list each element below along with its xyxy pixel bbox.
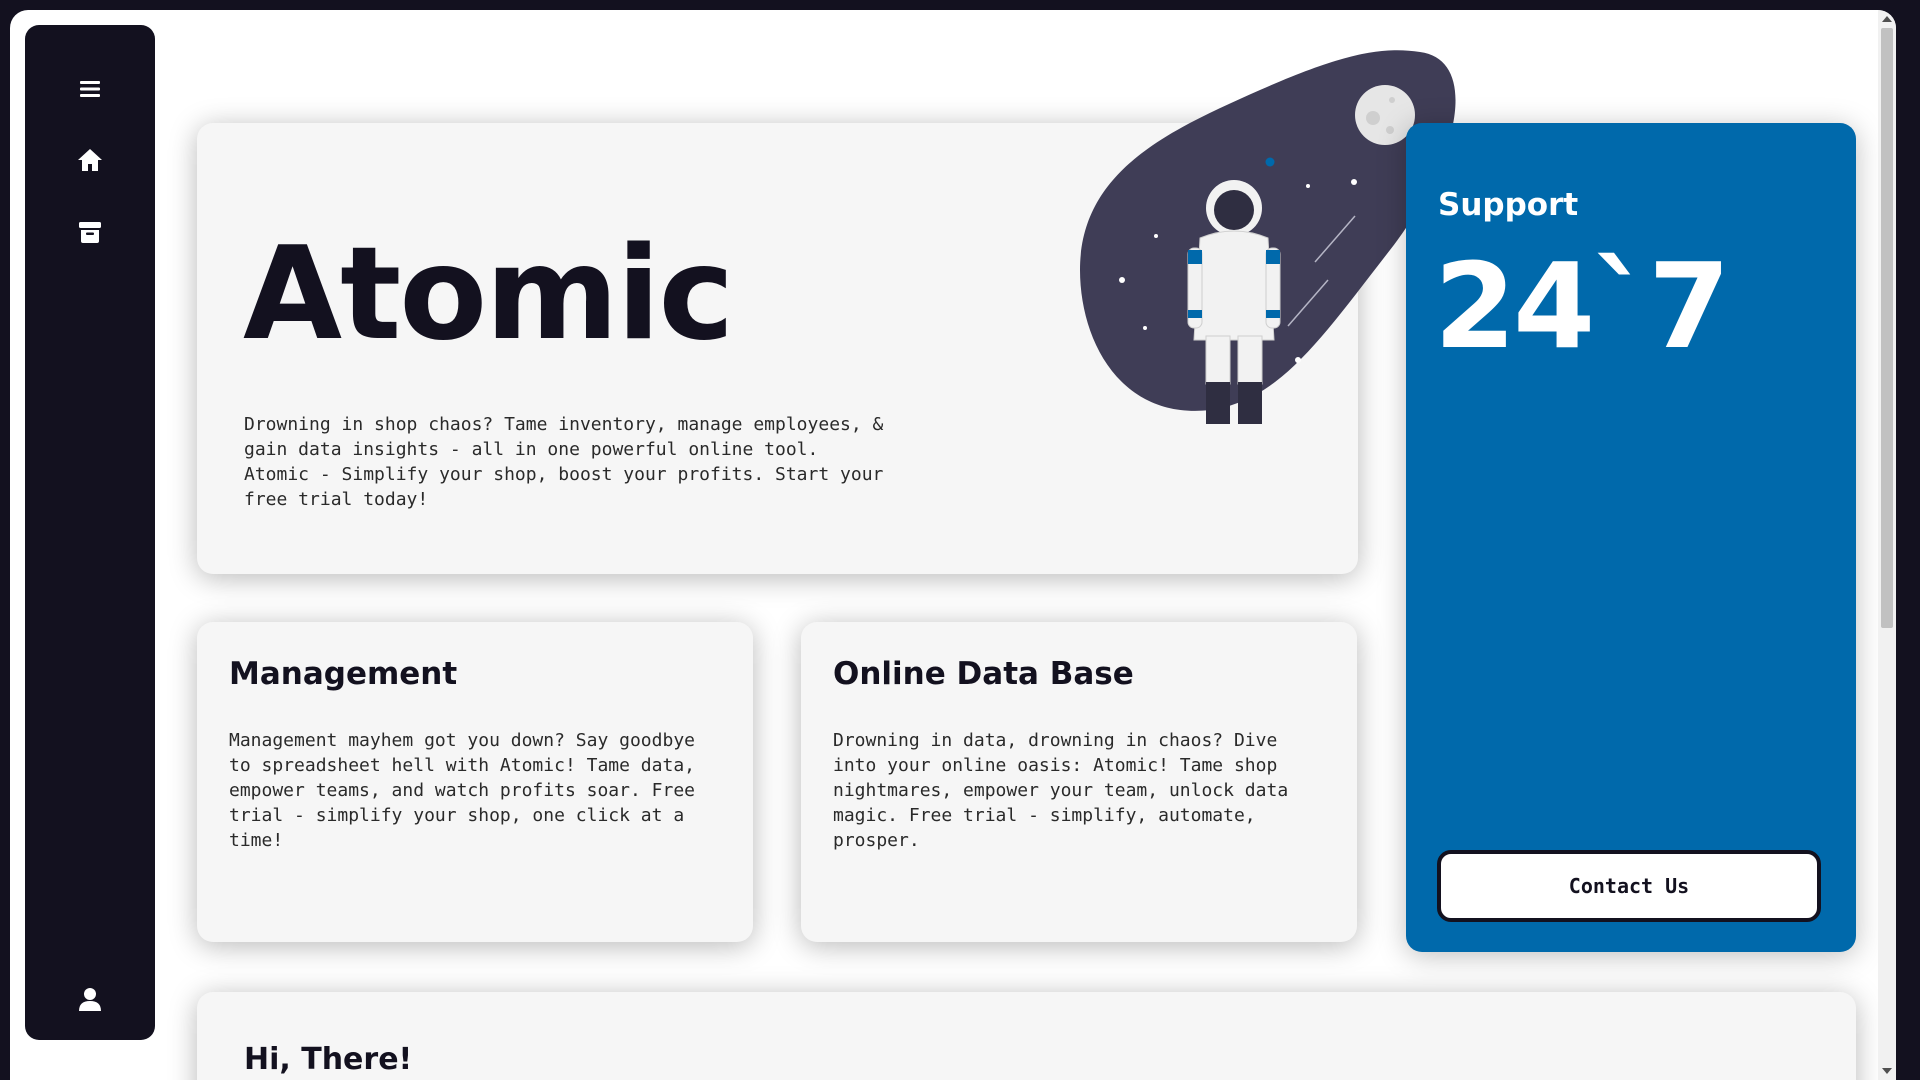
vertical-scrollbar[interactable] [1878,10,1896,1080]
online-database-title: Online Data Base [833,656,1134,692]
support-title: Support [1438,187,1579,223]
greeting-title: Hi, There! [244,1042,413,1077]
greeting-card: Hi, There! [197,992,1856,1080]
app-window: Atomic Drowning in shop chaos? Tame inve… [10,10,1896,1080]
scroll-down-arrow-icon[interactable] [1882,1068,1892,1074]
support-hours: 24`7 [1434,237,1730,375]
management-card: Management Management mayhem got you dow… [197,622,753,942]
user-icon[interactable] [76,985,104,1013]
home-icon[interactable] [76,146,104,174]
support-card: Support 24`7 Contact Us [1406,123,1856,952]
menu-icon[interactable] [76,75,104,103]
online-database-description: Drowning in data, drowning in chaos? Div… [833,730,1289,851]
scroll-up-arrow-icon[interactable] [1882,16,1892,22]
management-description: Management mayhem got you down? Say good… [229,730,695,851]
management-title: Management [229,656,458,692]
sidebar [25,25,155,1040]
archive-icon[interactable] [76,218,104,246]
hero-card: Atomic Drowning in shop chaos? Tame inve… [197,123,1358,574]
hero-title: Atomic [243,220,734,369]
hero-description: Drowning in shop chaos? Tame inventory, … [244,414,884,510]
scrollbar-thumb[interactable] [1881,28,1893,628]
contact-us-button[interactable]: Contact Us [1437,850,1821,922]
online-database-card: Online Data Base Drowning in data, drown… [801,622,1357,942]
